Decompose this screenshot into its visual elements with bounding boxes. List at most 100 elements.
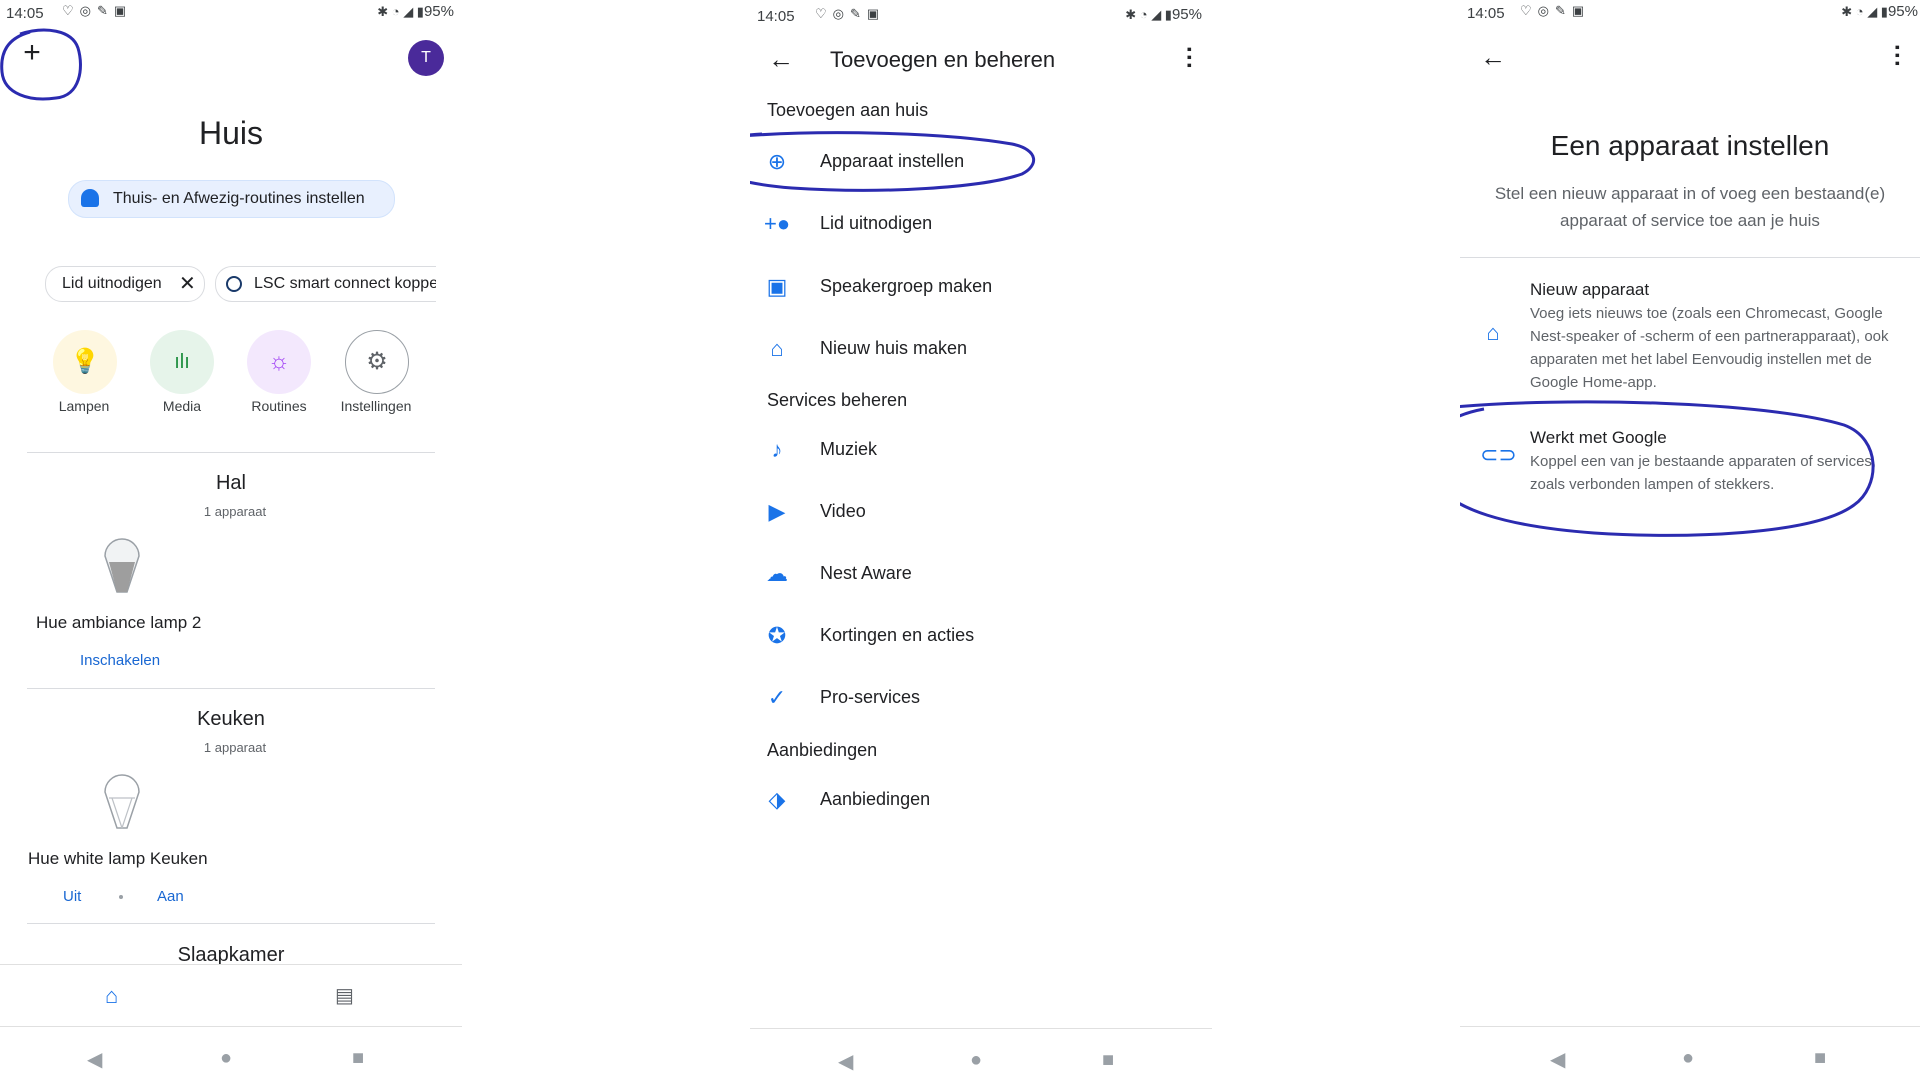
battery-level: 95%	[423, 3, 454, 20]
system-nav-bar: ◀ ● ■	[1460, 1026, 1920, 1080]
new-home-item[interactable]: ⌂ Nieuw huis maken	[750, 324, 1212, 374]
back-nav-icon[interactable]: ◀	[838, 1049, 853, 1074]
speaker-group-icon: ▣	[766, 274, 788, 299]
home-tab-icon[interactable]: ⌂	[105, 983, 127, 1008]
page-title: Een apparaat instellen	[1550, 130, 1830, 161]
divider	[27, 688, 435, 689]
routines-icon: ☼	[268, 348, 290, 375]
page-title: Toevoegen en beheren	[830, 47, 1056, 72]
divider	[27, 923, 435, 924]
recents-nav-icon[interactable]: ■	[1102, 1049, 1114, 1072]
system-icons: ✱ ◔ ◢ ▮95%	[377, 3, 454, 20]
system-nav-bar: ◀ ● ■	[750, 1028, 1212, 1080]
option-title: Werkt met Google	[1530, 428, 1667, 447]
page-subtitle: Stel een nieuw apparaat in of voeg een b…	[1494, 184, 1886, 230]
fav-label-media: Media	[162, 398, 202, 414]
separator-dot	[119, 895, 123, 899]
link-icon: ⊂⊃	[1480, 442, 1517, 467]
fav-label-settings: Instellingen	[340, 398, 412, 414]
status-time: 14:05	[1467, 5, 1505, 22]
back-arrow-icon[interactable]: ←	[1480, 42, 1506, 73]
invite-member-chip[interactable]: Lid uitnodigen ✕	[45, 266, 205, 302]
option-desc: Koppel een van je bestaande apparaten of…	[1530, 453, 1877, 493]
lsc-connect-chip[interactable]: LSC smart connect koppe	[215, 266, 436, 302]
room-title-keuken: Keuken	[197, 708, 265, 730]
add-manage-screen: 14:05 ♡◎✎▣ ✱ ◔ ◢ ▮95% ← Toevoegen en beh…	[750, 0, 1212, 1080]
offers-item[interactable]: ⬗ Aanbiedingen	[750, 775, 1212, 825]
option-desc: Voeg iets nieuws toe (zoals een Chromeca…	[1530, 305, 1889, 391]
turn-on-link[interactable]: Inschakelen	[80, 652, 160, 669]
status-bar: 14:05 ♡◎✎▣ ✱ ◔ ◢ ▮95%	[1460, 0, 1920, 26]
section-add-home: Toevoegen aan huis	[767, 100, 929, 120]
lsc-logo-icon	[226, 276, 242, 292]
on-link[interactable]: Aan	[157, 888, 184, 905]
option-title: Nieuw apparaat	[1530, 280, 1650, 299]
home-nav-icon[interactable]: ●	[970, 1049, 982, 1072]
media-shortcut[interactable]: ılı	[150, 330, 214, 394]
settings-shortcut[interactable]: ⚙	[345, 330, 409, 394]
speaker-group-item[interactable]: ▣ Speakergroep maken	[750, 262, 1212, 312]
plus-icon: +	[23, 36, 41, 69]
white-bulb-icon[interactable]	[97, 770, 147, 840]
menu-label: Nest Aware	[820, 563, 912, 583]
menu-label: Muziek	[820, 439, 878, 459]
menu-label: Aanbiedingen	[820, 789, 931, 809]
home-screen: 14:05 ♡◎✎▣ ✱ ◔ ◢ ▮95% + T Huis Thuis- en…	[0, 0, 462, 1080]
off-link[interactable]: Uit	[63, 888, 81, 905]
routines-shortcut[interactable]: ☼	[247, 330, 311, 394]
routine-setup-chip[interactable]: Thuis- en Afwezig-routines instellen	[68, 180, 395, 218]
avatar[interactable]: T	[408, 40, 444, 76]
back-arrow-icon[interactable]: ←	[768, 44, 794, 75]
home-nav-icon[interactable]: ●	[220, 1047, 232, 1070]
works-with-google-option[interactable]: ⊂⊃ Werkt met Google Koppel een van je be…	[1460, 420, 1920, 500]
video-icon: ▶	[768, 499, 786, 524]
person-add-icon: +●	[764, 211, 791, 236]
menu-label: Pro-services	[820, 687, 921, 707]
media-bars-icon: ılı	[174, 351, 190, 373]
more-menu-icon[interactable]: ···	[1175, 46, 1202, 70]
routine-chip-label: Thuis- en Afwezig-routines instellen	[113, 190, 365, 207]
room-device-count: 1 apparaat	[203, 504, 267, 519]
discounts-item[interactable]: ✪ Kortingen en acties	[750, 611, 1212, 661]
pro-services-item[interactable]: ✓ Pro-services	[750, 673, 1212, 723]
status-time: 14:05	[6, 5, 44, 22]
room-device-count: 1 apparaat	[203, 740, 267, 755]
add-circle-icon: ⊕	[767, 149, 787, 174]
home-nav-icon[interactable]: ●	[1682, 1047, 1694, 1070]
more-menu-icon[interactable]: ···	[1883, 44, 1910, 68]
music-note-icon: ♪	[771, 437, 783, 462]
back-nav-icon[interactable]: ◀	[1550, 1047, 1565, 1072]
device-name[interactable]: Hue white lamp Keuken	[28, 849, 208, 869]
system-nav-bar: ◀ ● ■	[0, 1026, 462, 1080]
setup-device-item[interactable]: ⊕ Apparaat instellen	[750, 137, 1212, 187]
section-offers: Aanbiedingen	[767, 740, 878, 760]
notification-icons: ♡◎✎▣	[62, 3, 133, 18]
close-icon[interactable]: ✕	[179, 267, 196, 301]
nest-aware-icon: ☁	[766, 561, 788, 586]
pro-services-icon: ✓	[767, 685, 787, 710]
device-name[interactable]: Hue ambiance lamp 2	[36, 613, 201, 633]
ambiance-bulb-icon[interactable]	[97, 534, 147, 604]
add-button[interactable]: +	[18, 38, 46, 68]
setup-device-screen: 14:05 ♡◎✎▣ ✱ ◔ ◢ ▮95% ← ··· Een apparaat…	[1460, 0, 1920, 1080]
fav-label-lamps: Lampen	[58, 398, 110, 414]
invite-member-item[interactable]: +● Lid uitnodigen	[750, 199, 1212, 249]
back-nav-icon[interactable]: ◀	[87, 1047, 102, 1072]
menu-label: Nieuw huis maken	[820, 338, 968, 358]
video-item[interactable]: ▶ Video	[750, 487, 1212, 537]
nest-aware-item[interactable]: ☁ Nest Aware	[750, 549, 1212, 599]
recents-nav-icon[interactable]: ■	[1814, 1047, 1826, 1070]
new-device-option[interactable]: ⌂ Nieuw apparaat Voeg iets nieuws toe (z…	[1460, 270, 1920, 395]
lamps-shortcut[interactable]: 💡	[53, 330, 117, 394]
battery-level: 95%	[1171, 6, 1202, 23]
section-services: Services beheren	[767, 390, 908, 410]
room-title-hal: Hal	[215, 472, 246, 494]
divider	[27, 452, 435, 453]
feed-tab-icon[interactable]: ▤	[335, 983, 357, 1007]
chip-label: LSC smart connect koppe	[254, 275, 436, 292]
battery-level: 95%	[1887, 3, 1918, 20]
music-item[interactable]: ♪ Muziek	[750, 425, 1212, 475]
recents-nav-icon[interactable]: ■	[352, 1047, 364, 1070]
chip-label: Lid uitnodigen	[62, 275, 162, 292]
system-icons: ✱ ◔ ◢ ▮95%	[1125, 6, 1202, 23]
